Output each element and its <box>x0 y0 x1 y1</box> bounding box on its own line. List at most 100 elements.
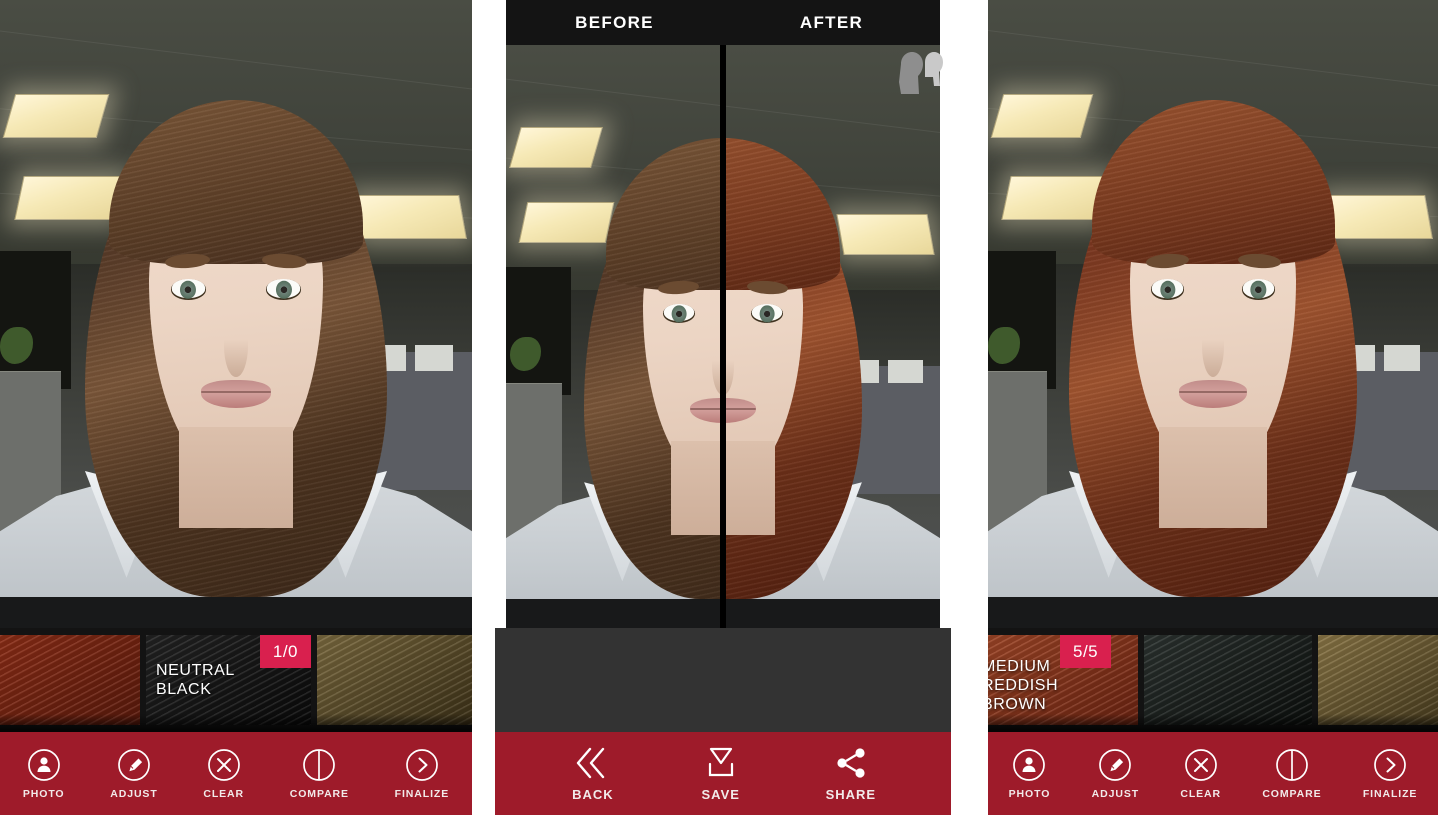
tool-finalize-button[interactable]: FINALIZE <box>1363 748 1417 800</box>
compare-divider[interactable] <box>720 45 726 628</box>
swatch-strip-right[interactable]: MEDIUMREDDISHBROWN5/5 <box>988 628 1438 732</box>
nose <box>224 314 248 377</box>
dark-blonde-swatch[interactable] <box>1318 635 1438 725</box>
medium-reddish-brown-swatch[interactable]: MEDIUMREDDISHBROWN5/5 <box>988 635 1138 725</box>
tool-label: FINALIZE <box>395 788 449 800</box>
two-head-silhouette-icon[interactable] <box>889 50 943 96</box>
window-pane <box>1384 345 1420 370</box>
ceiling-light <box>1326 195 1433 239</box>
tool-label: COMPARE <box>1262 788 1321 800</box>
eye-left <box>171 279 206 299</box>
neutral-black-swatch[interactable]: NEUTRALBLACK1/0 <box>146 635 311 725</box>
tool-label: ADJUST <box>1092 788 1139 800</box>
swatch-shade-badge: 5/5 <box>1060 635 1111 668</box>
clear-x-icon <box>207 748 241 782</box>
tool-label: COMPARE <box>290 788 349 800</box>
lips <box>1179 380 1247 408</box>
tool-compare-button[interactable]: COMPARE <box>1262 748 1321 800</box>
tool-compare-button[interactable]: COMPARE <box>290 748 349 800</box>
tool-photo-button[interactable]: PHOTO <box>1009 748 1051 800</box>
finalize-chevron-right-icon <box>1373 748 1407 782</box>
eye-right <box>751 304 783 323</box>
tool-share-button[interactable]: SHARE <box>826 745 877 802</box>
ceiling-light <box>509 127 603 168</box>
copper-red-swatch[interactable] <box>0 635 140 725</box>
tool-photo-button[interactable]: PHOTO <box>23 748 65 800</box>
swatch-label: NEUTRALBLACK <box>156 661 235 699</box>
photo-viewport-before[interactable] <box>0 0 472 628</box>
adjust-brush-icon <box>117 748 151 782</box>
strip-shadow <box>988 714 1438 732</box>
compare-half-after <box>723 45 940 628</box>
office-selfie-scene-red <box>988 0 1438 628</box>
photo-viewport-compare[interactable] <box>506 45 940 628</box>
iris-left <box>1160 280 1175 298</box>
label-after: AFTER <box>723 13 940 33</box>
tool-clear-button[interactable]: CLEAR <box>203 748 244 800</box>
ceiling-light <box>519 202 614 243</box>
office-selfie-scene-red <box>723 45 940 628</box>
tool-label: BACK <box>572 787 614 802</box>
swatch-label-line: BLACK <box>156 680 235 699</box>
swatch-label-line: BROWN <box>988 695 1058 714</box>
tool-save-button[interactable]: SAVE <box>698 745 744 802</box>
toolbar-right[interactable]: PHOTO ADJUST CLEAR COMPARE FINALIZE <box>988 732 1438 815</box>
compare-half-before <box>506 45 723 628</box>
ceiling-light <box>14 176 122 220</box>
photo-person-icon <box>1012 748 1046 782</box>
eye-right <box>1242 279 1275 299</box>
iris-left <box>672 305 687 322</box>
tool-back-button[interactable]: BACK <box>570 745 616 802</box>
neck <box>1159 427 1267 527</box>
neck <box>723 441 775 534</box>
label-before: BEFORE <box>506 13 723 33</box>
tool-label: CLEAR <box>1180 788 1221 800</box>
photo-viewport-after[interactable] <box>988 0 1438 628</box>
window-pane <box>415 345 453 370</box>
lip-line <box>201 391 272 393</box>
swatch-label-line: MEDIUM <box>988 657 1058 676</box>
save-download-tray-icon <box>698 745 744 781</box>
eye-right <box>266 279 301 299</box>
swatch-strip-left[interactable]: NEUTRALBLACK1/0 <box>0 628 472 732</box>
iris-right <box>1251 280 1266 298</box>
strip-shadow <box>0 714 472 732</box>
tool-adjust-button[interactable]: ADJUST <box>1092 748 1139 800</box>
ceiling-light <box>355 195 467 239</box>
panel-gap-2 <box>951 0 988 815</box>
dark-black-swatch[interactable] <box>1144 635 1312 725</box>
tool-adjust-button[interactable]: ADJUST <box>110 748 157 800</box>
ceiling-light <box>837 214 935 255</box>
office-selfie-scene-brown <box>506 45 723 628</box>
tool-clear-button[interactable]: CLEAR <box>1180 748 1221 800</box>
doorway-dark <box>988 251 1056 389</box>
finalize-chevron-right-icon <box>405 748 439 782</box>
shirt-hem-dark <box>506 599 723 628</box>
neck <box>179 427 292 527</box>
iris-right <box>276 280 292 298</box>
iris-left <box>180 280 196 298</box>
doorway-dark <box>506 267 571 395</box>
tool-label: CLEAR <box>203 788 244 800</box>
swatch-hair-texture <box>0 635 140 725</box>
swatch-label: MEDIUMREDDISHBROWN <box>988 657 1058 714</box>
neck <box>671 441 723 534</box>
compare-gray-bar <box>495 628 951 732</box>
lip-line <box>1179 391 1247 393</box>
tool-finalize-button[interactable]: FINALIZE <box>395 748 449 800</box>
dark-blonde-swatch[interactable] <box>317 635 472 725</box>
nose <box>1202 314 1225 377</box>
toolbar-left[interactable]: PHOTO ADJUST CLEAR COMPARE FINALIZE <box>0 732 472 815</box>
compare-split-circle-icon <box>302 748 336 782</box>
ceiling-light <box>1001 176 1105 220</box>
tool-label: FINALIZE <box>1363 788 1417 800</box>
shirt-hem-dark <box>988 597 1438 628</box>
office-selfie-scene-brown <box>0 0 472 628</box>
swatch-label-line: REDDISH <box>988 676 1058 695</box>
tool-label: PHOTO <box>23 788 65 800</box>
panel-editor-after: MEDIUMREDDISHBROWN5/5 PHOTOADJUSTCLEARCO… <box>988 0 1438 815</box>
swatch-label-line: NEUTRAL <box>156 661 235 680</box>
shirt-hem-dark <box>0 597 472 628</box>
toolbar-compare[interactable]: BACK SAVE SHARE <box>495 732 951 815</box>
compare-split-circle-icon <box>1275 748 1309 782</box>
